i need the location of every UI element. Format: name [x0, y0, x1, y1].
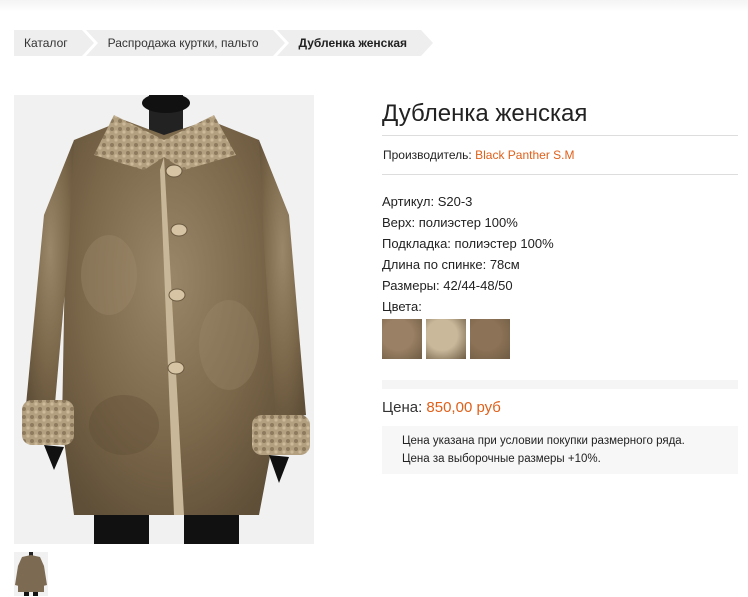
price-value: 850,00 руб — [426, 399, 501, 416]
price-label: Цена: — [382, 399, 423, 416]
manufacturer-row: Производитель: Black Panther S.M — [382, 136, 738, 174]
top-strip — [0, 0, 748, 12]
price-note: Цена указана при условии покупки размерн… — [382, 426, 738, 474]
product-title: Дубленка женская — [382, 100, 588, 127]
manufacturer-label: Производитель: — [383, 148, 472, 162]
breadcrumb-sale-jackets[interactable]: Распродажа куртки, пальто — [85, 30, 285, 56]
coat-illustration — [22, 95, 310, 544]
spec-sizes: Размеры: 42/44-48/50 — [382, 278, 513, 293]
price-row: Цена: 850,00 руб — [382, 396, 738, 420]
spec-article: Артикул: S20-3 — [382, 194, 473, 209]
color-swatches — [382, 319, 738, 359]
breadcrumb-catalog[interactable]: Каталог — [14, 30, 94, 56]
price-note-line: Цена за выборочные размеры +10%. — [402, 453, 601, 465]
color-swatch[interactable] — [426, 319, 466, 359]
product-info: Дубленка женская Производитель: Black Pa… — [382, 97, 738, 474]
spec-lining: Подкладка: полиэстер 100% — [382, 236, 554, 251]
coat-thumbnail-illustration — [15, 552, 47, 596]
product-main-image[interactable] — [14, 95, 314, 544]
color-swatch[interactable] — [470, 319, 510, 359]
spec-colors-label: Цвета: — [382, 299, 422, 314]
product-specs: Артикул: S20-3 Верх: полиэстер 100% Подк… — [382, 175, 738, 317]
color-swatch[interactable] — [382, 319, 422, 359]
product-thumbnail[interactable] — [14, 552, 48, 596]
price-note-line: Цена указана при условии покупки размерн… — [402, 435, 685, 447]
breadcrumb: Каталог Распродажа куртки, пальто Дублен… — [14, 30, 437, 56]
manufacturer-link[interactable]: Black Panther S.M — [475, 148, 574, 162]
spec-length: Длина по спинке: 78см — [382, 257, 520, 272]
spec-outer: Верх: полиэстер 100% — [382, 215, 518, 230]
price-separator — [382, 380, 738, 389]
breadcrumb-current: Дубленка женская — [276, 30, 433, 56]
